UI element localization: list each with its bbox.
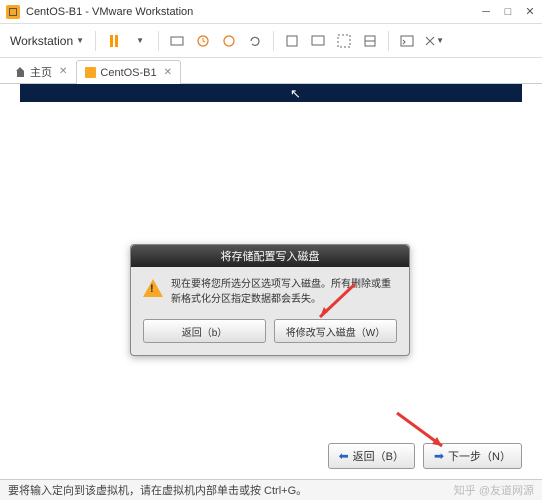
vm-display-area[interactable]: ↖ 将存储配置写入磁盘 现在要将您所选分区选项写入磁盘。所有删除或重新格式化分区… bbox=[0, 84, 542, 479]
snapshot-manager-button[interactable] bbox=[218, 30, 240, 52]
pause-icon bbox=[110, 35, 118, 47]
dialog-back-button[interactable]: 返回（b） bbox=[143, 319, 266, 343]
close-icon[interactable]: ✕ bbox=[164, 67, 172, 78]
statusbar: 要将输入定向到该虚拟机，请在虚拟机内部单击或按 Ctrl+G。 知乎 @友道网源 bbox=[0, 479, 542, 500]
revert-icon bbox=[247, 33, 263, 49]
send-ctrl-alt-del-button[interactable] bbox=[166, 30, 188, 52]
tab-vm-label: CentOS-B1 bbox=[100, 67, 156, 79]
dialog-message: 现在要将您所选分区选项写入磁盘。所有删除或重新格式化分区指定数据都会丢失。 bbox=[171, 277, 397, 307]
separator bbox=[273, 31, 274, 51]
titlebar: CentOS-B1 - VMware Workstation ─ □ ✕ bbox=[0, 0, 542, 24]
app-icon bbox=[6, 5, 20, 19]
tab-home[interactable]: 主页 ✕ bbox=[6, 59, 76, 83]
window-title: CentOS-B1 - VMware Workstation bbox=[26, 6, 480, 18]
terminal-icon bbox=[399, 33, 415, 49]
close-icon[interactable]: ✕ bbox=[59, 66, 67, 77]
workstation-menu-label: Workstation bbox=[10, 34, 73, 48]
status-hint: 要将输入定向到该虚拟机，请在虚拟机内部单击或按 Ctrl+G。 bbox=[8, 482, 307, 498]
watermark: 知乎 @友道网源 bbox=[454, 482, 534, 498]
revert-button[interactable] bbox=[244, 30, 266, 52]
tab-home-label: 主页 bbox=[30, 64, 52, 80]
toolbar: Workstation ▼ ▼ ▼ bbox=[0, 24, 542, 58]
pause-button[interactable] bbox=[103, 30, 125, 52]
chevron-down-icon: ▼ bbox=[136, 36, 144, 45]
window-icon bbox=[284, 33, 300, 49]
power-dropdown[interactable]: ▼ bbox=[129, 30, 151, 52]
unity-button[interactable] bbox=[281, 30, 303, 52]
maximize-button[interactable]: □ bbox=[502, 6, 514, 18]
vm-icon bbox=[85, 67, 96, 78]
workstation-menu[interactable]: Workstation ▼ bbox=[6, 31, 88, 51]
fullscreen-icon bbox=[336, 33, 352, 49]
console-button[interactable] bbox=[307, 30, 329, 52]
minimize-button[interactable]: ─ bbox=[480, 6, 492, 18]
stretch-button[interactable] bbox=[359, 30, 381, 52]
snapshot-button[interactable] bbox=[192, 30, 214, 52]
close-button[interactable]: ✕ bbox=[524, 6, 536, 18]
expand-icon bbox=[422, 33, 436, 49]
installer-header-bar bbox=[20, 84, 522, 102]
separator bbox=[388, 31, 389, 51]
dialog-write-button[interactable]: 将修改写入磁盘（W） bbox=[274, 319, 397, 343]
home-icon bbox=[15, 67, 26, 77]
wizard-back-label: 返回（B） bbox=[353, 448, 404, 464]
wizard-back-button[interactable]: 返回（B） bbox=[328, 443, 415, 469]
console-icon bbox=[310, 33, 326, 49]
view-dropdown[interactable]: ▼ bbox=[422, 30, 444, 52]
write-to-disk-dialog: 将存储配置写入磁盘 现在要将您所选分区选项写入磁盘。所有删除或重新格式化分区指定… bbox=[130, 244, 410, 356]
warning-icon bbox=[143, 279, 163, 297]
tab-vm[interactable]: CentOS-B1 ✕ bbox=[76, 60, 181, 84]
tabbar: 主页 ✕ CentOS-B1 ✕ bbox=[0, 58, 542, 84]
wizard-next-label: 下一步（N） bbox=[448, 448, 511, 464]
separator bbox=[158, 31, 159, 51]
fullscreen-button[interactable] bbox=[333, 30, 355, 52]
clock-icon bbox=[195, 33, 211, 49]
wizard-next-button[interactable]: 下一步（N） bbox=[423, 443, 522, 469]
terminal-button[interactable] bbox=[396, 30, 418, 52]
keyboard-icon bbox=[169, 33, 185, 49]
dialog-title: 将存储配置写入磁盘 bbox=[131, 245, 409, 267]
snapshot-manager-icon bbox=[221, 33, 237, 49]
chevron-down-icon: ▼ bbox=[76, 36, 84, 45]
separator bbox=[95, 31, 96, 51]
stretch-icon bbox=[362, 33, 378, 49]
chevron-down-icon: ▼ bbox=[436, 36, 444, 45]
cursor-icon: ↖ bbox=[290, 86, 301, 102]
